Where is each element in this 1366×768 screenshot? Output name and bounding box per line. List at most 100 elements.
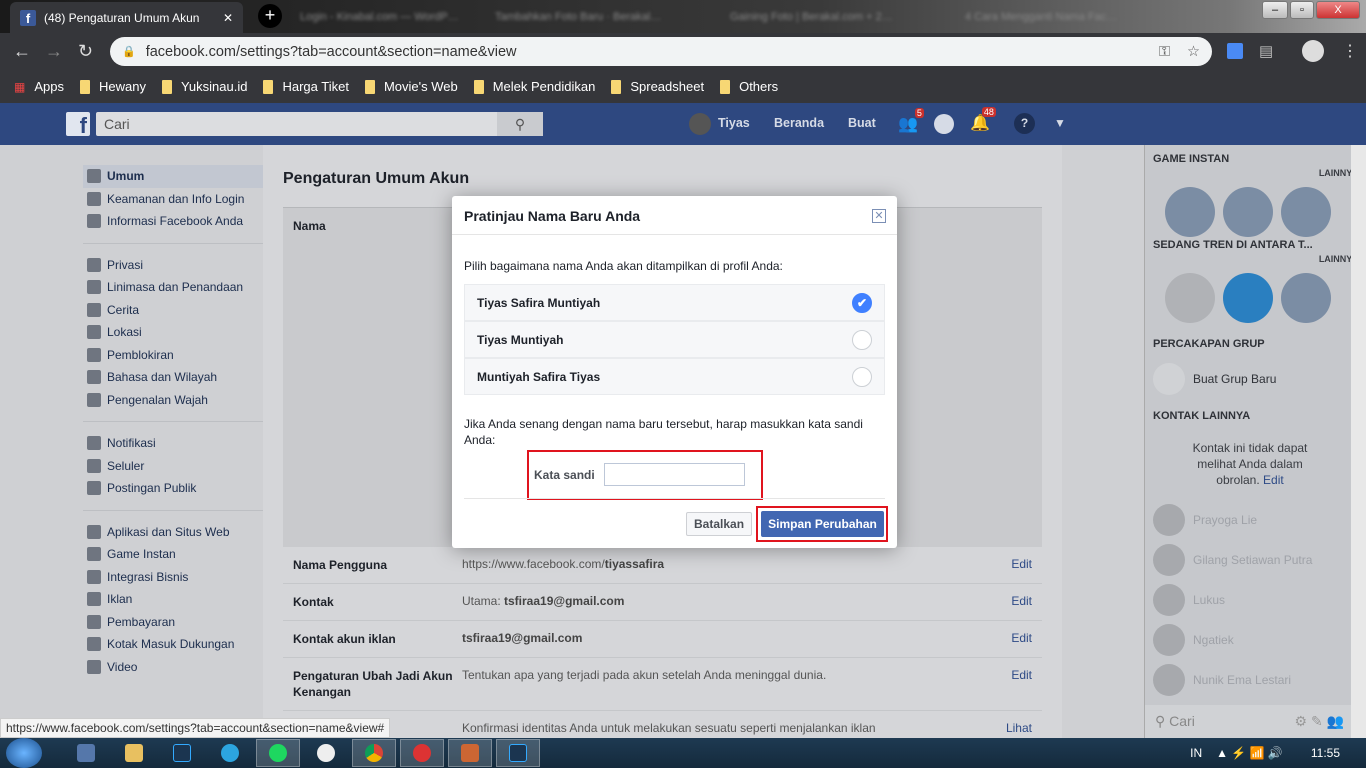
sidebar-item[interactable]: Linimasa dan Penandaan bbox=[83, 276, 263, 299]
forward-icon[interactable]: → bbox=[45, 41, 63, 62]
taskbar-chrome[interactable] bbox=[352, 739, 396, 767]
sidebar-item[interactable]: Aplikasi dan Situs Web bbox=[83, 521, 263, 544]
sidebar-item[interactable]: Keamanan dan Info Login bbox=[83, 188, 263, 211]
search-input[interactable]: Cari ⚲ bbox=[96, 112, 543, 136]
sidebar-item[interactable]: Seluler bbox=[83, 455, 263, 478]
help-icon[interactable]: ? bbox=[1014, 113, 1035, 134]
chevron-down-icon[interactable]: ▼ bbox=[1054, 116, 1066, 130]
sidebar-item[interactable]: Notifikasi bbox=[83, 432, 263, 455]
sidebar-item[interactable]: Kotak Masuk Dukungan bbox=[83, 633, 263, 656]
taskbar-telegram[interactable] bbox=[208, 739, 252, 767]
friend-requests-icon[interactable]: 👥 5 bbox=[898, 108, 924, 134]
game-thumbnail[interactable] bbox=[1223, 187, 1273, 237]
row-action-link[interactable]: Edit bbox=[1011, 631, 1032, 645]
scrollbar[interactable] bbox=[1351, 145, 1366, 738]
bookmark[interactable]: Movie's Web bbox=[364, 79, 458, 94]
close-window-button[interactable]: X bbox=[1316, 1, 1360, 19]
sidebar-item[interactable]: Informasi Facebook Anda bbox=[83, 210, 263, 233]
sidebar-item[interactable]: Cerita bbox=[83, 299, 263, 322]
taskbar-app[interactable] bbox=[64, 739, 108, 767]
taskbar-app[interactable] bbox=[448, 739, 492, 767]
contact-item[interactable]: Gilang Setiawan Putra bbox=[1153, 544, 1312, 576]
radio-icon[interactable] bbox=[852, 330, 872, 350]
profile-avatar[interactable] bbox=[1302, 40, 1324, 62]
row-action-link[interactable]: Lihat bbox=[1006, 721, 1032, 735]
taskbar-photoshop[interactable] bbox=[160, 739, 204, 767]
sidebar-item[interactable]: Bahasa dan Wilayah bbox=[83, 366, 263, 389]
contact-item[interactable]: Ngatiek bbox=[1153, 624, 1234, 656]
menu-icon[interactable]: ⋮ bbox=[1342, 41, 1358, 61]
edit-link[interactable]: Edit bbox=[1263, 473, 1284, 487]
sidebar-item[interactable]: Umum bbox=[83, 165, 263, 188]
new-group-button[interactable]: Buat Grup Baru bbox=[1153, 363, 1276, 395]
game-thumbnail[interactable] bbox=[1165, 187, 1215, 237]
row-action-link[interactable]: Edit bbox=[1011, 557, 1032, 571]
url-input[interactable]: 🔒 facebook.com/settings?tab=account&secti… bbox=[110, 37, 1212, 66]
sidebar-item[interactable]: Privasi bbox=[83, 254, 263, 277]
sidebar-item[interactable]: Pengenalan Wajah bbox=[83, 389, 263, 412]
tab[interactable]: Tambahkan Foto Baru · Berakal… bbox=[485, 6, 665, 28]
row-action-link[interactable]: Edit bbox=[1011, 594, 1032, 608]
sidebar-item[interactable]: Iklan bbox=[83, 588, 263, 611]
facebook-logo-icon[interactable]: f bbox=[66, 112, 90, 138]
star-icon[interactable]: ☆ bbox=[1187, 44, 1200, 60]
sidebar-item[interactable]: Pembayaran bbox=[83, 611, 263, 634]
chat-settings-icons[interactable]: ⚙ ✎ 👥 bbox=[1295, 713, 1345, 730]
close-tab-icon[interactable]: ✕ bbox=[223, 11, 233, 25]
save-button[interactable]: Simpan Perubahan bbox=[761, 511, 884, 537]
taskbar-explorer[interactable] bbox=[112, 739, 156, 767]
name-option[interactable]: Muntiyah Safira Tiyas bbox=[464, 358, 885, 395]
contact-item[interactable]: Nunik Ema Lestari bbox=[1153, 664, 1291, 696]
close-icon[interactable]: ✕ bbox=[872, 209, 886, 223]
tab-active[interactable]: f (48) Pengaturan Umum Akun ✕ bbox=[10, 2, 243, 33]
key-icon[interactable]: ⚿ bbox=[1159, 44, 1170, 60]
tab[interactable]: Gaining Foto | Berakal.com + 2… bbox=[720, 6, 900, 28]
tab[interactable]: 4 Cara Mengganti Nama Fac… bbox=[955, 6, 1135, 28]
create-link[interactable]: Buat bbox=[848, 116, 876, 130]
cancel-button[interactable]: Batalkan bbox=[686, 512, 753, 536]
profile-link[interactable]: Tiyas bbox=[718, 116, 750, 130]
radio-checked-icon[interactable]: ✔ bbox=[852, 293, 872, 313]
language-indicator[interactable]: IN bbox=[1190, 746, 1202, 760]
messenger-icon[interactable] bbox=[934, 114, 954, 134]
taskbar-photoshop[interactable] bbox=[496, 739, 540, 767]
radio-icon[interactable] bbox=[852, 367, 872, 387]
bookmark-apps[interactable]: ▦ Apps bbox=[14, 79, 64, 94]
translate-icon[interactable] bbox=[1227, 43, 1243, 59]
sidebar-item[interactable]: Integrasi Bisnis bbox=[83, 566, 263, 589]
row-action-link[interactable]: Edit bbox=[1011, 668, 1032, 682]
bookmark[interactable]: Harga Tiket bbox=[263, 79, 349, 94]
minimize-button[interactable]: – bbox=[1262, 1, 1288, 19]
sidebar-item[interactable]: Game Instan bbox=[83, 543, 263, 566]
chat-search-input[interactable]: ⚲ Cari ⚙ ✎ 👥 bbox=[1145, 705, 1352, 738]
tab[interactable]: Login - Kinabal.com — WordP… bbox=[290, 6, 470, 28]
maximize-button[interactable]: ▫ bbox=[1290, 1, 1314, 19]
sidebar-item[interactable]: Postingan Publik bbox=[83, 477, 263, 500]
bookmark[interactable]: Yuksinau.id bbox=[161, 79, 247, 94]
taskbar-spotify[interactable] bbox=[256, 739, 300, 767]
home-link[interactable]: Beranda bbox=[774, 116, 824, 130]
reload-icon[interactable]: ↻ bbox=[78, 41, 93, 62]
name-option[interactable]: Tiyas Muntiyah bbox=[464, 321, 885, 358]
taskbar-app[interactable] bbox=[400, 739, 444, 767]
name-option[interactable]: Tiyas Safira Muntiyah ✔ bbox=[464, 284, 885, 321]
bookmark[interactable]: Melek Pendidikan bbox=[473, 79, 595, 94]
bookmark[interactable]: Others bbox=[720, 79, 778, 94]
bookmark[interactable]: Spreadsheet bbox=[611, 79, 704, 94]
search-icon[interactable]: ⚲ bbox=[497, 112, 543, 136]
bookmark[interactable]: Hewany bbox=[79, 79, 146, 94]
notifications-icon[interactable]: 🔔 48 bbox=[970, 107, 996, 133]
back-icon[interactable]: ← bbox=[13, 41, 31, 62]
game-thumbnail[interactable] bbox=[1165, 273, 1215, 323]
avatar[interactable] bbox=[689, 113, 711, 135]
taskbar-itunes[interactable] bbox=[304, 739, 348, 767]
start-button[interactable] bbox=[6, 738, 42, 768]
sidebar-item[interactable]: Lokasi bbox=[83, 321, 263, 344]
sidebar-item[interactable]: Video bbox=[83, 656, 263, 679]
password-input[interactable] bbox=[604, 463, 745, 486]
clock[interactable]: 11:55 bbox=[1311, 746, 1340, 760]
game-thumbnail[interactable] bbox=[1281, 273, 1331, 323]
sidebar-item[interactable]: Pemblokiran bbox=[83, 344, 263, 367]
game-thumbnail[interactable] bbox=[1223, 273, 1273, 323]
game-thumbnail[interactable] bbox=[1281, 187, 1331, 237]
